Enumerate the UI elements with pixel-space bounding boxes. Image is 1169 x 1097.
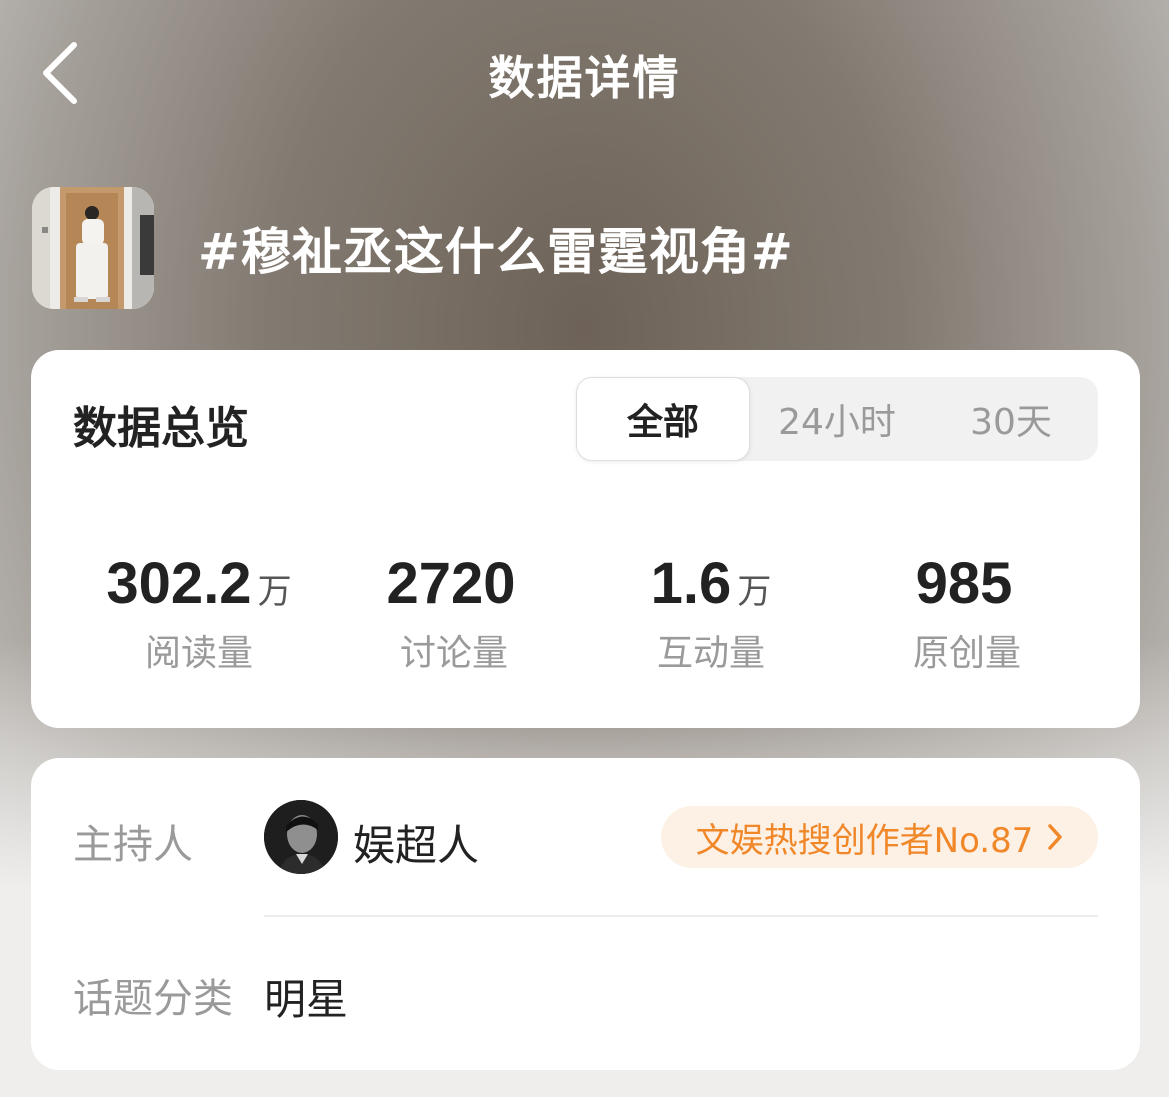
overview-title: 数据总览 <box>73 403 249 454</box>
stat-value: 1.6 <box>650 551 732 616</box>
creator-badge[interactable]: 文娱热搜创作者No.87 <box>661 806 1098 868</box>
header: 数据详情 <box>0 0 1169 150</box>
page-title: 数据详情 <box>488 51 681 105</box>
stat-value: 2720 <box>386 551 516 616</box>
tab-30d[interactable]: 30天 <box>924 377 1098 461</box>
category-label: 话题分类 <box>73 976 233 1022</box>
divider <box>264 915 1098 917</box>
avatar[interactable] <box>264 800 338 874</box>
stat-label: 讨论量 <box>399 633 508 674</box>
stat-value: 985 <box>915 551 1013 616</box>
stat-unit: 万 <box>737 572 772 612</box>
topic-title: #穆祉丞这什么雷霆视角# <box>198 223 794 281</box>
chevron-right-icon <box>1047 823 1063 851</box>
info-card: 主持人 娱超人 文娱热搜创作者No.87 话题分类 明星 <box>31 758 1140 1070</box>
creator-badge-label: 文娱热搜创作者No.87 <box>695 820 1034 861</box>
stats-row: 302.2 万 阅读量 2720 讨论量 1.6 万 互动量 985 原创量 <box>31 550 1140 674</box>
stat-value: 302.2 <box>106 551 252 616</box>
stat-label: 互动量 <box>656 633 765 674</box>
host-name[interactable]: 娱超人 <box>353 812 479 873</box>
stat-reads: 302.2 万 阅读量 <box>69 550 329 676</box>
host-row: 主持人 娱超人 文娱热搜创作者No.87 <box>31 798 1140 878</box>
overview-card: 数据总览 全部 24小时 30天 302.2 万 阅读量 2720 讨论量 1.6… <box>31 350 1140 728</box>
stat-interactions: 1.6 万 互动量 <box>581 550 841 676</box>
stat-label: 原创量 <box>912 633 1021 674</box>
stat-label: 阅读量 <box>144 633 253 674</box>
category-value: 明星 <box>264 975 349 1024</box>
stat-unit: 万 <box>257 572 292 612</box>
tab-24h[interactable]: 24小时 <box>750 377 924 461</box>
category-row: 话题分类 明星 <box>31 958 1140 1028</box>
stat-discussions: 2720 讨论量 <box>324 550 584 676</box>
topic-thumbnail <box>32 187 154 309</box>
tab-all[interactable]: 全部 <box>576 377 750 461</box>
time-range-tabs: 全部 24小时 30天 <box>576 377 1098 461</box>
topic-header: #穆祉丞这什么雷霆视角# <box>32 186 1139 310</box>
stat-originals: 985 原创量 <box>837 550 1097 676</box>
host-label: 主持人 <box>73 822 193 868</box>
